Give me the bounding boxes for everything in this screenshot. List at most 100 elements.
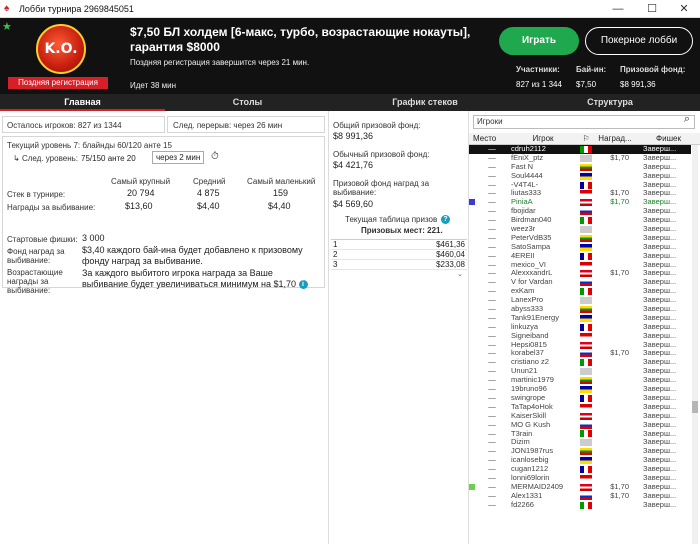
players-scrollbar[interactable] [692,145,698,544]
player-row[interactable]: — cristiano z2 Заверш... [469,357,691,367]
player-chips: Заверш... [643,429,677,438]
country-flag-icon [579,296,593,305]
player-row[interactable]: — Hepsi0815 Заверш... [469,340,691,350]
close-button[interactable]: ✕ [672,0,696,18]
player-row[interactable]: —19bruno96 Заверш... [469,384,691,394]
row-marker [469,154,477,163]
search-icon[interactable]: ⌕ [684,113,690,126]
player-row[interactable]: — weez3r Заверш... [469,224,691,234]
player-row[interactable]: — PeterVdB35 Заверш... [469,233,691,243]
row-marker [469,234,477,243]
player-row[interactable]: — fd2266 Заверш... [469,500,691,510]
col-player[interactable]: Игрок [507,133,579,144]
player-chips: Заверш... [643,411,677,420]
player-row[interactable]: —4EREII Заверш... [469,251,691,261]
player-row[interactable]: — TaTap4oHok Заверш... [469,402,691,412]
bounty-fund-value: $3,40 каждого бай-ина будет добавлено к … [82,245,303,266]
player-chips: Заверш... [643,198,677,207]
bounty-prize-value: $4 569,60 [333,199,374,209]
players-search-input[interactable]: Игроки [473,115,695,129]
player-row[interactable]: — Unun21 Заверш... [469,366,691,376]
favorite-star-icon[interactable]: ★ [2,20,12,33]
tab-structure[interactable]: Структура [520,94,700,111]
player-chips: Заверш... [643,180,677,189]
player-bounty [593,278,637,287]
player-row[interactable]: — Signeiband Заверш... [469,331,691,341]
player-row[interactable]: — SatoSampa Заверш... [469,242,691,252]
player-name: swingrope [511,393,546,402]
player-row[interactable]: — liutas333 $1,70 Заверш... [469,189,691,198]
player-row[interactable]: — swingrope Заверш... [469,393,691,403]
col-place[interactable]: Место [469,133,507,144]
country-flag-icon [579,430,593,439]
player-name: Soul4444 [511,171,543,180]
player-row[interactable]: — martinic1979 Заверш... [469,375,691,385]
player-row[interactable]: — Dizim Заверш... [469,437,691,447]
player-row[interactable]: — -V4T4L- Заверш... [469,180,691,190]
tab-stack-chart[interactable]: График стеков [330,94,520,111]
poker-lobby-button[interactable]: Покерное лобби [585,27,693,55]
next-break-box: След. перерыв: через 26 мин [167,116,325,133]
flag-icon [580,190,592,198]
player-row[interactable]: — lonni69lorin Заверш... [469,473,691,483]
player-row[interactable]: — exKam Заверш... [469,286,691,296]
player-row[interactable]: — icanlosebig Заверш... [469,455,691,465]
col-chips[interactable]: Фишек [637,133,700,144]
player-row[interactable]: — T3rain Заверш... [469,429,691,439]
col-bounty[interactable]: Наград... [593,133,637,144]
info-icon[interactable]: i [298,280,308,290]
tab-main[interactable]: Главная [0,94,165,111]
flag-icon [580,359,592,367]
player-row[interactable]: — KaiserSkill Заверш... [469,411,691,421]
player-row[interactable]: — PiniaA $1,70 Заверш... [469,197,691,207]
player-row[interactable]: — korabel37 $1,70 Заверш... [469,349,691,358]
player-row[interactable]: — linkuzya Заверш... [469,322,691,332]
player-chips: Заверш... [643,189,677,198]
flag-icon [580,314,592,322]
country-flag-icon [579,189,593,198]
player-bounty [593,314,637,323]
chevron-down-icon[interactable]: ⌄ [331,270,467,278]
knockout-logo: K.O. [36,24,86,74]
player-bounty [593,163,637,172]
player-row[interactable]: — MO G Kush Заверш... [469,420,691,430]
col-flag-icon[interactable]: ⚐ [579,133,593,144]
player-row[interactable]: — AlexxxandrL $1,70 Заверш... [469,269,691,278]
row-marker [469,296,477,305]
row-marker [469,483,477,492]
flag-icon [580,385,592,393]
progressive-label: Возрастающие награды за выбивание: [7,268,63,295]
scrollbar-thumb[interactable] [692,401,698,413]
player-row[interactable]: — Fast N Заверш... [469,162,691,172]
player-row[interactable]: — fEniX_ptz $1,70 Заверш... [469,153,691,163]
player-row[interactable]: — JON1987rus Заверш... [469,446,691,456]
play-button[interactable]: Играть [499,27,579,55]
player-row[interactable]: — cdruh2112 Заверш... [469,145,691,154]
player-row[interactable]: — abyss333 Заверш... [469,304,691,314]
player-row[interactable]: — MERMAID2409 $1,70 Заверш... [469,482,691,492]
tab-tables[interactable]: Столы [165,94,330,111]
player-row[interactable]: — Birdman040 Заверш... [469,215,691,225]
player-row[interactable]: — cugan1212 Заверш... [469,464,691,474]
player-row[interactable]: — fbojidar Заверш... [469,206,691,216]
player-name: Fast N [511,162,534,171]
player-row[interactable]: — LanexPro Заверш... [469,295,691,305]
flag-icon [580,394,592,402]
prize-info-icon[interactable]: ? [441,215,450,224]
next-break: След. перерыв: через 26 мин [173,121,283,130]
country-flag-icon [579,456,593,465]
flag-icon [580,421,592,429]
player-chips: Заверш... [643,153,677,162]
player-row[interactable]: — V for Vardan Заверш... [469,277,691,287]
prize-label: Призовой фонд: [620,65,686,74]
player-row[interactable]: — Alex1331 $1,70 Заверш... [469,491,691,501]
player-row[interactable]: — mexico_VI Заверш... [469,260,691,270]
minimize-button[interactable]: — [606,0,630,18]
row-marker [469,314,477,323]
player-row[interactable]: — Soul4444 Заверш... [469,171,691,181]
player-bounty [593,403,637,412]
prize-amount: $460,04 [436,250,465,259]
flag-icon [580,305,592,313]
maximize-button[interactable]: ☐ [640,0,664,18]
player-row[interactable]: — Tank91Energy Заверш... [469,313,691,323]
